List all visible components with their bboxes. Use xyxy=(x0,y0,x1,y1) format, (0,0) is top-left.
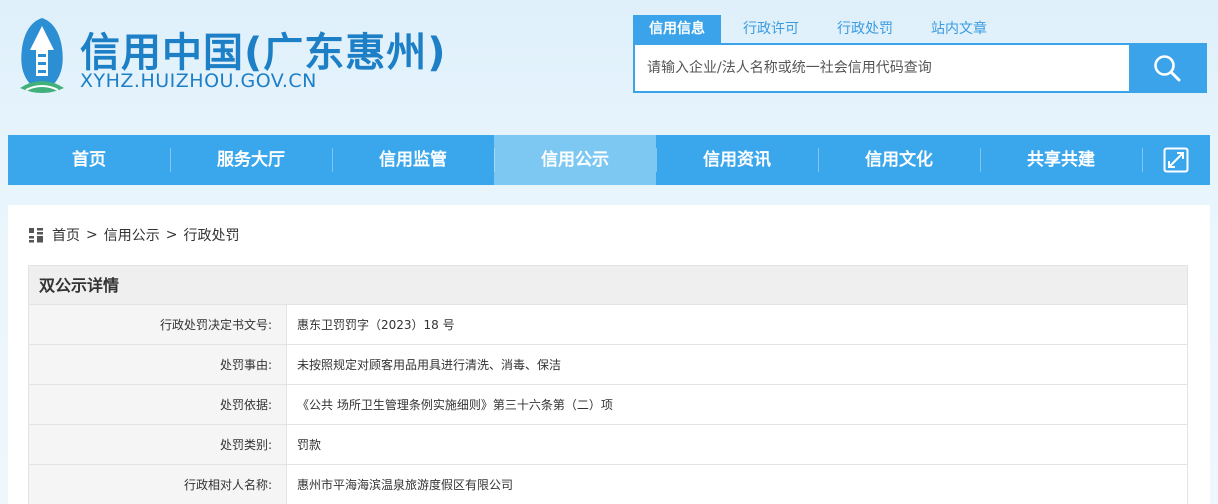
row-value: 罚款 xyxy=(286,424,1188,465)
table-row: 处罚依据: 《公共 场所卫生管理条例实施细则》第三十六条第（二）项 xyxy=(28,384,1188,425)
nav-item-credit-disclosure[interactable]: 信用公示 xyxy=(494,135,656,185)
row-label: 行政相对人名称: xyxy=(28,464,287,504)
table-row: 行政处罚决定书文号: 惠东卫罚罚字（2023）18 号 xyxy=(28,304,1188,345)
breadcrumb-home[interactable]: 首页 xyxy=(52,225,80,245)
search-tab-site-articles[interactable]: 站内文章 xyxy=(915,15,1003,43)
site-url: XYHZ.HUIZHOU.GOV.CN xyxy=(80,70,317,92)
search-tab-admin-penalty[interactable]: 行政处罚 xyxy=(821,15,909,43)
row-value: 《公共 场所卫生管理条例实施细则》第三十六条第（二）项 xyxy=(286,384,1188,425)
breadcrumb: 首页 > 信用公示 > 行政处罚 xyxy=(28,225,239,245)
breadcrumb-section[interactable]: 信用公示 xyxy=(104,225,160,245)
table-row: 行政相对人名称: 惠州市平海海滨温泉旅游度假区有限公司 xyxy=(28,464,1188,504)
row-label: 行政处罚决定书文号: xyxy=(28,304,287,345)
nav-item-credit-culture[interactable]: 信用文化 xyxy=(818,135,980,185)
search-tab-admin-license[interactable]: 行政许可 xyxy=(727,15,815,43)
nav-item-credit-news[interactable]: 信用资讯 xyxy=(656,135,818,185)
expand-icon xyxy=(1163,147,1189,173)
nav-item-credit-supervision[interactable]: 信用监管 xyxy=(332,135,494,185)
nav-item-sharing[interactable]: 共享共建 xyxy=(980,135,1142,185)
detail-table: 行政处罚决定书文号: 惠东卫罚罚字（2023）18 号 处罚事由: 未按照规定对… xyxy=(28,304,1188,504)
row-value: 惠州市平海海滨温泉旅游度假区有限公司 xyxy=(286,464,1188,504)
row-label: 处罚依据: xyxy=(28,384,287,425)
content-panel: 首页 > 信用公示 > 行政处罚 双公示详情 行政处罚决定书文号: 惠东卫罚罚字… xyxy=(8,205,1210,504)
row-value: 未按照规定对顾客用品用具进行清洗、消毒、保洁 xyxy=(286,344,1188,385)
search-tabs: 信用信息 行政许可 行政处罚 站内文章 xyxy=(633,15,1009,43)
site-logo[interactable] xyxy=(10,14,74,98)
nav-expand-button[interactable] xyxy=(1142,135,1210,185)
panel-title: 双公示详情 xyxy=(28,265,1188,304)
table-row: 处罚事由: 未按照规定对顾客用品用具进行清洗、消毒、保洁 xyxy=(28,344,1188,385)
search-input[interactable] xyxy=(635,45,1129,91)
search-icon xyxy=(1154,55,1181,82)
search-button[interactable] xyxy=(1129,45,1205,91)
search-box xyxy=(633,43,1207,93)
search-tab-credit-info[interactable]: 信用信息 xyxy=(633,15,721,43)
breadcrumb-current: 行政处罚 xyxy=(183,228,240,244)
breadcrumb-separator: > xyxy=(165,227,178,243)
row-value: 惠东卫罚罚字（2023）18 号 xyxy=(286,304,1188,345)
row-label: 处罚类别: xyxy=(28,424,287,465)
main-nav: 首页 服务大厅 信用监管 信用公示 信用资讯 信用文化 共享共建 xyxy=(8,135,1210,185)
sitemap-icon xyxy=(29,228,43,243)
table-row: 处罚类别: 罚款 xyxy=(28,424,1188,465)
row-label: 处罚事由: xyxy=(28,344,287,385)
nav-item-service-hall[interactable]: 服务大厅 xyxy=(170,135,332,185)
nav-item-home[interactable]: 首页 xyxy=(8,135,170,185)
breadcrumb-separator: > xyxy=(86,227,98,243)
